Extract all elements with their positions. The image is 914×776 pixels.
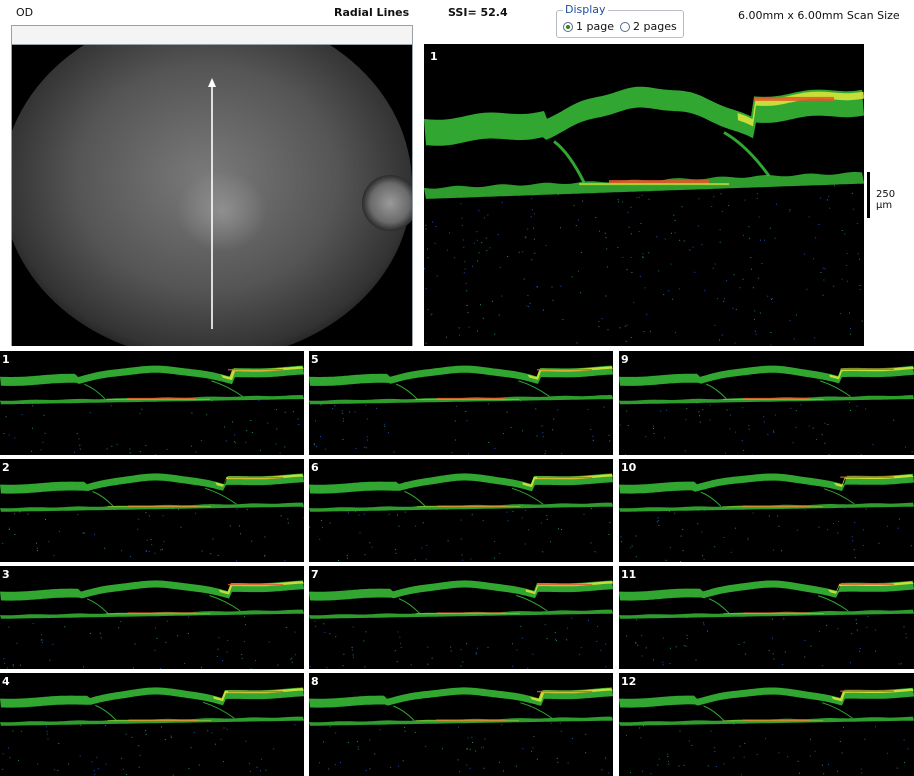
- thumbnail-bscan-svg: [619, 365, 914, 455]
- thumbnail-number: 11: [621, 568, 637, 581]
- thumbnail-number: 7: [311, 568, 319, 581]
- thumbnail-bscan-svg: [0, 365, 304, 455]
- thumbnail-bscan-svg: [309, 580, 613, 669]
- fundus-panel: [11, 25, 413, 346]
- macula-area: [177, 171, 267, 251]
- scan-size-label: 6.00mm x 6.00mm Scan Size: [738, 9, 900, 22]
- thumbnail-number: 12: [621, 675, 637, 688]
- fundus-header-bar: [12, 26, 412, 45]
- thumbnail-scan-1[interactable]: 1: [0, 351, 304, 455]
- main-bscan: 1: [424, 44, 864, 346]
- thumbnail-bscan-svg: [309, 473, 613, 561]
- thumbnail-scan-9[interactable]: 9: [619, 351, 914, 455]
- thumbnail-scan-8[interactable]: 8: [309, 673, 613, 776]
- thumbnail-bscan-svg: [619, 473, 914, 562]
- thumbnail-scan-5[interactable]: 5: [309, 351, 613, 455]
- scale-label: 250 µm: [876, 189, 896, 211]
- display-legend: Display: [563, 3, 608, 16]
- main-bscan-svg: [424, 86, 864, 346]
- thumbnail-scan-7[interactable]: 7: [309, 566, 613, 669]
- thumbnail-bscan-svg: [0, 687, 304, 776]
- display-group: Display 1 page 2 pages: [556, 3, 684, 38]
- thumbnail-bscan-svg: [619, 687, 914, 776]
- thumbnail-bscan-svg: [0, 473, 304, 562]
- thumbnail-bscan-svg: [309, 365, 613, 455]
- thumbnail-scan-3[interactable]: 3: [0, 566, 304, 669]
- thumbnail-bscan-svg: [619, 580, 914, 667]
- thumbnail-scan-12[interactable]: 12: [619, 673, 914, 776]
- two-pages-label: 2 pages: [633, 20, 677, 33]
- scale-bar: [867, 172, 870, 218]
- thumbnail-number: 2: [2, 461, 10, 474]
- scan-type-label: Radial Lines: [334, 6, 410, 19]
- one-page-radio[interactable]: [563, 21, 573, 32]
- fundus-svg: [12, 45, 412, 346]
- thumbnail-number: 10: [621, 461, 637, 474]
- thumbnail-bscan-svg: [0, 580, 304, 669]
- thumbnail-number: 6: [311, 461, 319, 474]
- thumbnail-number: 8: [311, 675, 319, 688]
- thumbnail-scan-2[interactable]: 2: [0, 459, 304, 562]
- thumbnail-number: 3: [2, 568, 10, 581]
- thumbnail-number: 1: [2, 353, 10, 366]
- thumbnail-number: 5: [311, 353, 319, 366]
- two-pages-radio[interactable]: [620, 21, 630, 32]
- two-pages-option[interactable]: 2 pages: [620, 20, 677, 33]
- thumbnail-number: 9: [621, 353, 629, 366]
- one-page-label: 1 page: [576, 20, 614, 33]
- thumbnail-scan-6[interactable]: 6: [309, 459, 613, 562]
- thumbnail-number: 4: [2, 675, 10, 688]
- thumbnail-scan-11[interactable]: 11: [619, 566, 914, 669]
- main-scan-number: 1: [430, 50, 438, 63]
- ssi-label: SSI= 52.4: [448, 6, 508, 19]
- eye-label: OD: [16, 6, 34, 19]
- fundus-image: [12, 45, 412, 346]
- thumbnail-scan-10[interactable]: 10: [619, 459, 914, 562]
- thumbnail-bscan-svg: [309, 687, 613, 774]
- thumbnail-scan-4[interactable]: 4: [0, 673, 304, 776]
- one-page-option[interactable]: 1 page: [563, 20, 614, 33]
